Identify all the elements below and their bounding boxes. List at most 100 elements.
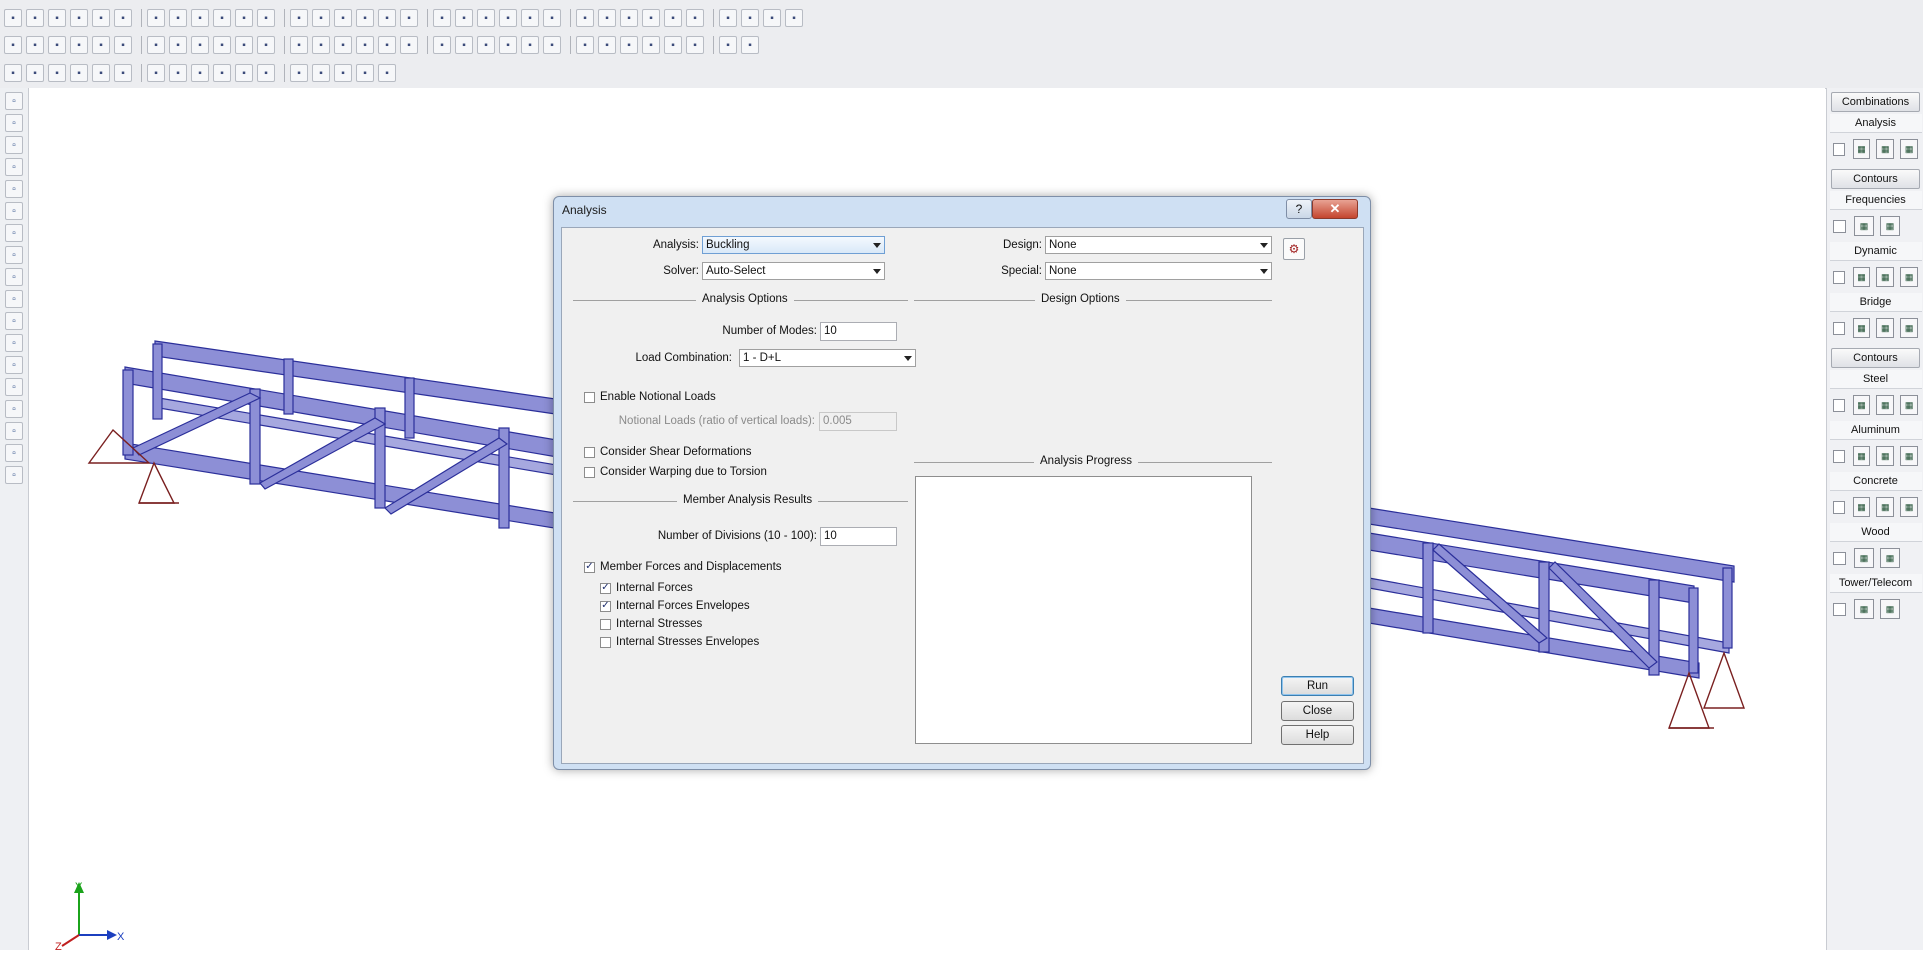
results-table-icon[interactable]: ▦: [1852, 318, 1871, 338]
boundary-icon[interactable]: ▪: [521, 36, 539, 54]
spreadsheet-icon[interactable]: ▦: [1880, 216, 1900, 236]
support-icon[interactable]: ▪: [70, 36, 88, 54]
solver-select[interactable]: Auto-Select: [702, 262, 885, 280]
view-front-icon[interactable]: ▫: [5, 246, 23, 264]
design-select[interactable]: None: [1045, 236, 1272, 254]
select-member-icon[interactable]: ▪: [26, 64, 44, 82]
list-icon[interactable]: ▪: [356, 9, 374, 27]
view-render-icon[interactable]: ▫: [5, 334, 23, 352]
dialog-close-icon[interactable]: ✕: [1312, 199, 1358, 219]
internal-stresses-envelopes-checkbox[interactable]: Internal Stresses Envelopes: [600, 636, 759, 648]
color-icon[interactable]: ▪: [763, 9, 781, 27]
close-button[interactable]: Close: [1281, 701, 1354, 721]
member-forces-checkbox[interactable]: ✓ Member Forces and Displacements: [584, 561, 782, 573]
internal-forces-checkbox[interactable]: ✓ Internal Forces: [600, 582, 693, 594]
fence-icon[interactable]: ▪: [356, 64, 374, 82]
rotate-icon[interactable]: ▪: [378, 36, 396, 54]
results-table-icon[interactable]: ▦: [1852, 446, 1871, 466]
member-icon[interactable]: ▪: [213, 9, 231, 27]
select-node-icon[interactable]: ▪: [4, 64, 22, 82]
checkbox-box[interactable]: [584, 466, 595, 478]
measure-icon[interactable]: ▪: [543, 36, 561, 54]
criteria-select-icon[interactable]: ▪: [235, 64, 253, 82]
view-top-icon[interactable]: ▫: [5, 268, 23, 286]
panel-checkbox[interactable]: [1833, 602, 1846, 616]
panel-checkbox[interactable]: [1833, 321, 1845, 335]
load-icon[interactable]: ▪: [642, 9, 660, 27]
plate-icon[interactable]: ▪: [433, 9, 451, 27]
contours-button[interactable]: Contours: [1831, 348, 1920, 368]
spreadsheet-icon[interactable]: ▪: [664, 9, 682, 27]
help-button[interactable]: Help: [1281, 725, 1354, 745]
fit-model-icon[interactable]: ▫: [5, 400, 23, 418]
checkmark-icon[interactable]: ▪: [378, 64, 396, 82]
solid-icon[interactable]: ▪: [455, 9, 473, 27]
release-icon[interactable]: ▪: [664, 36, 682, 54]
consider-warping-checkbox[interactable]: Consider Warping due to Torsion: [584, 466, 767, 478]
number-of-divisions-input[interactable]: 10: [820, 527, 897, 546]
beam-icon[interactable]: ▪: [576, 9, 594, 27]
delete-node-icon[interactable]: ▪: [147, 36, 165, 54]
panel-checkbox[interactable]: [1833, 500, 1845, 514]
pencil-icon[interactable]: ▪: [598, 36, 616, 54]
delete-solid-icon[interactable]: ▪: [235, 36, 253, 54]
detail-report-icon[interactable]: ▦: [1900, 267, 1918, 287]
spreadsheet-icon[interactable]: ▦: [1876, 395, 1895, 415]
internal-forces-envelopes-checkbox[interactable]: ✓ Internal Forces Envelopes: [600, 600, 750, 612]
graphic-icon[interactable]: ▪: [334, 9, 352, 27]
number-of-modes-input[interactable]: 10: [820, 322, 897, 341]
spreadsheet-icon[interactable]: ▦: [1876, 497, 1895, 517]
pan-hand-icon[interactable]: ▫: [5, 92, 23, 110]
snap-grid-icon[interactable]: ▫: [5, 136, 23, 154]
unselect-all-icon[interactable]: ▪: [257, 64, 275, 82]
results-table-icon[interactable]: ▦: [1854, 599, 1874, 619]
results-table-icon[interactable]: ▦: [1852, 497, 1871, 517]
lock-icon[interactable]: ▪: [719, 9, 737, 27]
panel-checkbox[interactable]: [1833, 142, 1845, 156]
offset-icon[interactable]: ▪: [686, 36, 704, 54]
detail-report-icon[interactable]: ▦: [1900, 446, 1918, 466]
dialog-help-button[interactable]: ?: [1286, 199, 1312, 219]
print-icon[interactable]: ▪: [70, 9, 88, 27]
spreadsheet-icon[interactable]: ▦: [1876, 318, 1895, 338]
results-table-icon[interactable]: ▦: [1852, 395, 1871, 415]
panel-checkbox[interactable]: [1833, 219, 1846, 233]
lock-selection-icon[interactable]: ▪: [290, 64, 308, 82]
member-draw-icon[interactable]: ▪: [48, 36, 66, 54]
panel-checkbox[interactable]: [1833, 398, 1845, 412]
panel-checkbox[interactable]: [1833, 551, 1846, 565]
layer-tools-icon[interactable]: ▫: [5, 466, 23, 484]
internal-stresses-checkbox[interactable]: Internal Stresses: [600, 618, 702, 630]
detail-report-icon[interactable]: ▦: [1900, 318, 1918, 338]
select-unselect-icon[interactable]: ▪: [312, 9, 330, 27]
select-box-icon[interactable]: ▪: [257, 9, 275, 27]
spreadsheet-icon[interactable]: ▦: [1876, 267, 1895, 287]
redo-icon[interactable]: ▪: [114, 9, 132, 27]
panel-checkbox[interactable]: [1833, 270, 1845, 284]
checkbox-box[interactable]: [600, 636, 611, 648]
detail-report-icon[interactable]: ▦: [1900, 139, 1918, 159]
results-table-icon[interactable]: ▦: [1854, 216, 1874, 236]
delete-all-icon[interactable]: ▪: [257, 36, 275, 54]
select-line-icon[interactable]: ▪: [290, 9, 308, 27]
results-table-icon[interactable]: ▦: [1854, 548, 1874, 568]
wall-icon[interactable]: ▪: [400, 9, 418, 27]
split-icon[interactable]: ▪: [356, 36, 374, 54]
view-3d-icon[interactable]: ▫: [5, 312, 23, 330]
spreadsheet-icon[interactable]: ▦: [1876, 446, 1895, 466]
wrench-icon[interactable]: ⚙: [1283, 238, 1305, 260]
grid-icon[interactable]: ▪: [378, 9, 396, 27]
spreadsheet-icon[interactable]: ▦: [1880, 599, 1900, 619]
run-button[interactable]: Run: [1281, 676, 1354, 696]
edit-icon[interactable]: ▪: [147, 9, 165, 27]
polygon-select-icon[interactable]: ▪: [147, 64, 165, 82]
modify-icon[interactable]: ▪: [290, 36, 308, 54]
delete-support-icon[interactable]: ▪: [191, 36, 209, 54]
contours-button[interactable]: Contours: [1831, 169, 1920, 189]
new-file-icon[interactable]: ▪: [4, 9, 22, 27]
delete-layer-icon[interactable]: ▫: [5, 422, 23, 440]
delete-member-icon[interactable]: ▪: [169, 36, 187, 54]
solid-draw-icon[interactable]: ▪: [114, 36, 132, 54]
dropdown2-icon[interactable]: ▪: [741, 36, 759, 54]
special-select[interactable]: None: [1045, 262, 1272, 280]
